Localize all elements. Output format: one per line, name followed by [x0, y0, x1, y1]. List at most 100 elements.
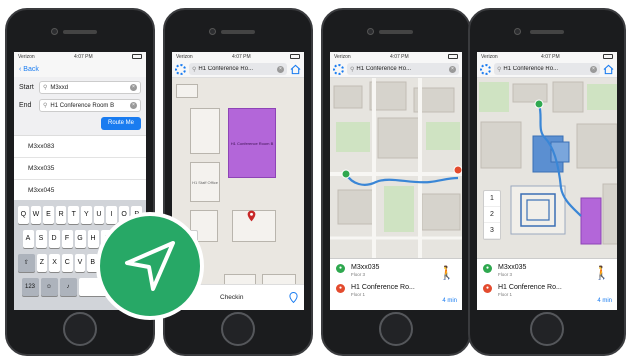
key-a[interactable]: A [22, 230, 34, 248]
key-d[interactable]: D [48, 230, 60, 248]
list-item[interactable]: M3xx083 [14, 136, 146, 158]
nav-bar: ‹ Back [14, 61, 146, 77]
search-icon: ⚲ [43, 85, 48, 91]
battery-icon [448, 54, 458, 59]
key-x[interactable]: X [49, 254, 60, 272]
floor-button-3[interactable]: 3 [484, 223, 500, 239]
route-me-button[interactable]: Route Me [101, 117, 141, 130]
status-bar: Verizon 4:07 PM [172, 52, 304, 61]
screen: Verizon 4:07 PM ⚲ H1 Conference Ro... × [477, 52, 617, 310]
destination-pin-icon[interactable] [247, 210, 256, 222]
floor-button-2[interactable]: 2 [484, 207, 500, 223]
home-icon[interactable] [603, 64, 614, 75]
key-t[interactable]: T [68, 206, 79, 224]
route-summary[interactable]: ● M3xx035 Floor 3 ● H1 Conference Ro... … [477, 258, 617, 310]
eta: 4 min [597, 298, 612, 304]
back-button[interactable]: ‹ Back [19, 66, 39, 73]
end-summary: ● H1 Conference Ro... Floor 1 [483, 284, 611, 298]
walking-icon: 🚶 [438, 265, 455, 280]
key-i[interactable]: I [106, 206, 117, 224]
search-value: H1 Conference Ro... [503, 66, 559, 72]
floor-button-1[interactable]: 1 [484, 191, 500, 207]
status-bar: Verizon 4:07 PM [14, 52, 146, 61]
walking-icon: 🚶 [593, 265, 610, 280]
key-v[interactable]: V [74, 254, 86, 272]
end-title: H1 Conference Ro... [498, 284, 562, 291]
end-label: End [19, 102, 32, 109]
search-icon: ⚲ [350, 66, 355, 73]
home-button[interactable] [530, 312, 564, 346]
start-marker-icon [534, 99, 544, 109]
clear-icon[interactable]: × [130, 84, 137, 91]
earpiece [63, 30, 97, 34]
start-title: M3xx035 [351, 264, 380, 271]
clock: 4:07 PM [390, 53, 409, 60]
clock: 4:07 PM [232, 53, 251, 60]
top-bar: ⚲ H1 Conference Ro... × [477, 61, 617, 78]
emoji-icon[interactable]: ☺ [40, 278, 58, 296]
key-q[interactable]: Q [18, 206, 29, 224]
start-summary: ● M3xx035 Floor 3 [483, 264, 611, 278]
key-r[interactable]: R [55, 206, 67, 224]
camera [51, 28, 58, 35]
shift-key[interactable]: ⇧ [18, 254, 35, 272]
gear-icon[interactable] [480, 63, 491, 75]
eta: 4 min [442, 298, 457, 304]
route-summary[interactable]: ● M3xx035 Floor 3 ● H1 Conference Ro... … [330, 258, 462, 310]
key-u[interactable]: U [93, 206, 105, 224]
list-item[interactable]: M3xx045 [14, 180, 146, 202]
app-showcase: Verizon 4:07 PM ‹ Back Start ⚲ M3xxd × E… [0, 0, 631, 356]
numbers-key[interactable]: 123 [21, 278, 39, 296]
key-y[interactable]: Y [81, 206, 92, 224]
carrier: Verizon [481, 53, 498, 60]
key-h[interactable]: H [87, 230, 99, 248]
search-input[interactable]: ⚲ H1 Conference Ro... × [347, 63, 459, 75]
start-dot-icon: ● [483, 264, 492, 273]
clock: 4:07 PM [74, 53, 93, 60]
key-e[interactable]: E [43, 206, 54, 224]
start-floor: Floor 3 [498, 272, 513, 277]
office-room: H1 Staff Office [190, 162, 220, 202]
top-bar: ⚲ H1 Conference Ro... × [330, 61, 462, 78]
key-f[interactable]: F [61, 230, 73, 248]
search-icon: ⚲ [43, 103, 48, 109]
campus-map[interactable] [330, 78, 462, 258]
clock: 4:07 PM [541, 53, 560, 60]
search-input[interactable]: ⚲ H1 Conference Ro... × [189, 63, 287, 75]
status-bar: Verizon 4:07 PM [330, 52, 462, 61]
gear-icon[interactable] [333, 63, 344, 75]
key-s[interactable]: S [35, 230, 47, 248]
home-button[interactable] [379, 312, 413, 346]
earpiece [221, 30, 255, 34]
list-item[interactable]: M3xx035 [14, 158, 146, 180]
key-w[interactable]: W [30, 206, 42, 224]
end-dot-icon: ● [336, 284, 345, 293]
carrier: Verizon [334, 53, 351, 60]
end-input[interactable]: ⚲ H1 Conference Room B × [39, 99, 141, 112]
home-icon[interactable] [290, 64, 301, 75]
search-input[interactable]: ⚲ H1 Conference Ro... × [494, 63, 600, 75]
target-room[interactable]: H1 Conference Room B [228, 108, 276, 178]
clear-icon[interactable]: × [130, 102, 137, 109]
clear-icon[interactable]: × [449, 65, 456, 73]
building-map[interactable]: 1 2 3 [477, 78, 617, 258]
key-g[interactable]: G [74, 230, 86, 248]
home-button[interactable] [63, 312, 97, 346]
location-pin-icon[interactable] [289, 292, 298, 303]
start-title: M3xx035 [498, 264, 527, 271]
navigation-arrow-icon [125, 241, 175, 291]
start-input[interactable]: ⚲ M3xxd × [39, 81, 141, 94]
room [190, 108, 220, 154]
clear-icon[interactable]: × [277, 65, 284, 73]
microphone-icon[interactable]: ♪ [59, 278, 77, 296]
clear-icon[interactable]: × [590, 65, 597, 73]
battery-icon [603, 54, 613, 59]
key-z[interactable]: Z [36, 254, 48, 272]
home-button[interactable] [221, 312, 255, 346]
gear-icon[interactable] [175, 63, 186, 75]
end-floor: Floor 1 [498, 292, 513, 297]
carrier: Verizon [176, 53, 193, 60]
map-graphic [330, 78, 462, 258]
key-c[interactable]: C [61, 254, 73, 272]
carrier: Verizon [18, 53, 35, 60]
